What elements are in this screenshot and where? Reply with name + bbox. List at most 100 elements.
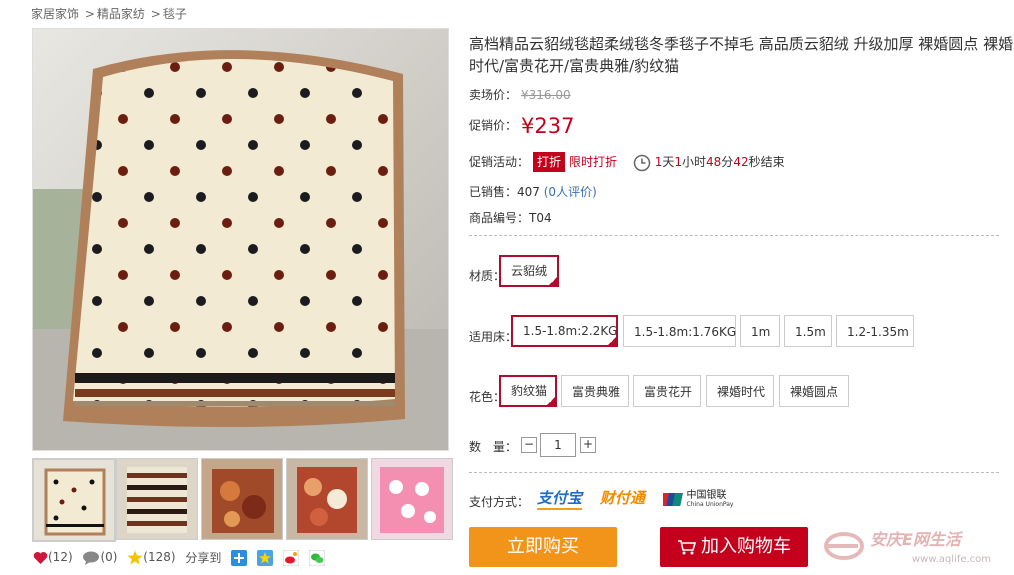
share-weibo-button[interactable]	[282, 549, 300, 566]
check-icon: ✓	[548, 396, 555, 405]
tenpay-logo: 财付通	[599, 489, 645, 507]
thumbnail-2[interactable]	[116, 458, 198, 540]
option-pattern-3[interactable]: 富贵花开	[633, 375, 701, 407]
share-label: 分享到	[185, 551, 222, 565]
option-bed-5[interactable]: 1.2-1.35m	[836, 315, 914, 347]
divider	[469, 235, 999, 236]
option-label: 富贵典雅	[572, 385, 621, 399]
market-price-row: 卖场价： ¥316.00	[469, 86, 571, 103]
option-material-yundiaorong[interactable]: 云貂绒 ✓	[499, 255, 560, 287]
product-main-image[interactable]	[32, 28, 449, 451]
option-bed-4[interactable]: 1.5m	[784, 315, 832, 347]
payment-label: 支付方式：	[469, 495, 530, 509]
unionpay-card-icon	[659, 493, 683, 506]
site-watermark: 安庆E网生活 www.aqlife.com	[822, 524, 1014, 572]
like-count: (12)	[48, 550, 73, 565]
countdown-hours-unit: 小时	[682, 155, 707, 170]
check-icon: ✓	[609, 336, 616, 345]
unionpay-name: 中国银联	[686, 489, 727, 501]
option-label: 1m	[751, 325, 771, 339]
promo-price-label: 促销价：	[469, 118, 518, 133]
watermark-name: 安庆E网生活	[870, 530, 961, 549]
quantity-increase-button[interactable]: +	[580, 437, 596, 453]
comment-count: (0)	[100, 550, 118, 565]
breadcrumb-item-bedding[interactable]: 精品家纺	[97, 7, 145, 21]
option-pattern-1[interactable]: 豹纹猫 ✓	[499, 375, 557, 407]
sku-value: T04	[529, 211, 552, 225]
option-pattern-2[interactable]: 富贵典雅	[561, 375, 629, 407]
discount-tag: 打折	[533, 152, 566, 172]
countdown: 1天1小时48分42秒结束	[633, 153, 785, 172]
option-label: 1.5m	[795, 325, 826, 339]
breadcrumb-separator: >	[84, 7, 95, 21]
watermark-url: www.aqlife.com	[912, 554, 992, 565]
option-bed-1[interactable]: 1.5-1.8m:2.2KG ✓	[511, 315, 618, 347]
option-pattern-4[interactable]: 裸婚时代	[706, 375, 774, 407]
blanket-photo	[33, 29, 448, 450]
option-pattern-5[interactable]: 裸婚圆点	[779, 375, 849, 407]
quantity-decrease-button[interactable]: −	[521, 437, 537, 453]
option-label: 裸婚时代	[717, 385, 766, 399]
comment-icon	[83, 551, 100, 565]
add-to-cart-label: 加入购物车	[701, 536, 791, 557]
countdown-hours: 1	[674, 155, 682, 170]
sku-row: 商品编号：T04	[469, 209, 552, 226]
market-price: ¥316.00	[521, 88, 571, 102]
heart-icon	[33, 551, 48, 564]
countdown-seconds: 42	[733, 155, 749, 170]
sold-count: 407	[517, 185, 540, 199]
breadcrumb-separator: >	[150, 7, 161, 21]
option-label: 1.5-1.8m:1.76KG	[634, 325, 737, 339]
buy-now-button[interactable]: 立即购买	[469, 527, 617, 567]
countdown-seconds-unit: 秒结束	[748, 155, 785, 170]
option-bed-2[interactable]: 1.5-1.8m:1.76KG	[623, 315, 736, 347]
reviews-link[interactable]: (0人评价)	[544, 185, 597, 199]
thumbnail-4[interactable]	[286, 458, 368, 540]
promo-activity-label: 促销活动：	[469, 155, 530, 169]
breadcrumb: 家居家饰 > 精品家纺 > 毯子	[31, 5, 187, 22]
promo-name: 限时打折	[569, 155, 618, 169]
payment-methods: 支付宝 财付通 中国银联 China UnionPay	[537, 487, 733, 510]
sold-label: 已销售：	[469, 185, 518, 199]
unionpay-logo: 中国银联 China UnionPay	[659, 489, 733, 509]
thumbnail-5[interactable]	[371, 458, 453, 540]
market-price-label: 卖场价：	[469, 88, 518, 102]
quantity-input[interactable]: 1	[540, 433, 576, 457]
cart-icon	[678, 540, 697, 555]
breadcrumb-item-home-decor[interactable]: 家居家饰	[31, 7, 79, 21]
qzone-star-icon	[257, 549, 274, 566]
quantity-label: 数 量：	[469, 440, 518, 454]
promo-activity-row: 促销活动： 打折 限时打折 1天1小时48分42秒结束	[469, 152, 785, 172]
promo-price-row: 促销价： ¥237	[469, 114, 574, 138]
like-button[interactable]: (12)	[33, 550, 73, 565]
star-icon	[127, 550, 143, 565]
add-to-cart-button[interactable]: 加入购物车	[660, 527, 808, 567]
thumbnail-3[interactable]	[201, 458, 283, 540]
countdown-minutes: 48	[706, 155, 722, 170]
social-bar: (12) (0) (128) 分享到	[33, 549, 331, 569]
breadcrumb-item-blankets[interactable]: 毯子	[163, 7, 187, 21]
favorite-button[interactable]: (128)	[127, 550, 176, 565]
share-qzone-button[interactable]	[231, 549, 248, 566]
alipay-logo: 支付宝	[537, 487, 583, 510]
clock-icon	[633, 154, 651, 171]
product-title: 高档精品云貂绒毯超柔绒毯冬季毯子不掉毛 高品质云貂绒 升级加厚 裸婚圆点 裸婚时…	[469, 35, 1014, 75]
weibo-icon	[282, 549, 300, 566]
bed-size-label: 适用床：	[469, 330, 518, 344]
option-label: 1.2-1.35m	[847, 325, 909, 339]
option-label: 富贵花开	[644, 385, 693, 399]
sold-row: 已销售：407 (0人评价)	[469, 183, 597, 200]
sku-label: 商品编号：	[469, 211, 530, 225]
option-bed-3[interactable]: 1m	[740, 315, 780, 347]
favorite-count: (128)	[143, 550, 176, 564]
thumbnail-strip	[32, 458, 453, 542]
option-label: 云貂绒	[511, 264, 548, 278]
option-label: 豹纹猫	[511, 384, 548, 398]
thumbnail-1[interactable]	[32, 458, 116, 542]
plus-share-icon	[231, 549, 248, 566]
check-icon: ✓	[550, 276, 558, 285]
share-tencent-button[interactable]	[257, 549, 274, 566]
share-wechat-button[interactable]	[308, 549, 326, 566]
comment-button[interactable]: (0)	[82, 550, 117, 565]
countdown-days-unit: 天	[662, 155, 675, 170]
